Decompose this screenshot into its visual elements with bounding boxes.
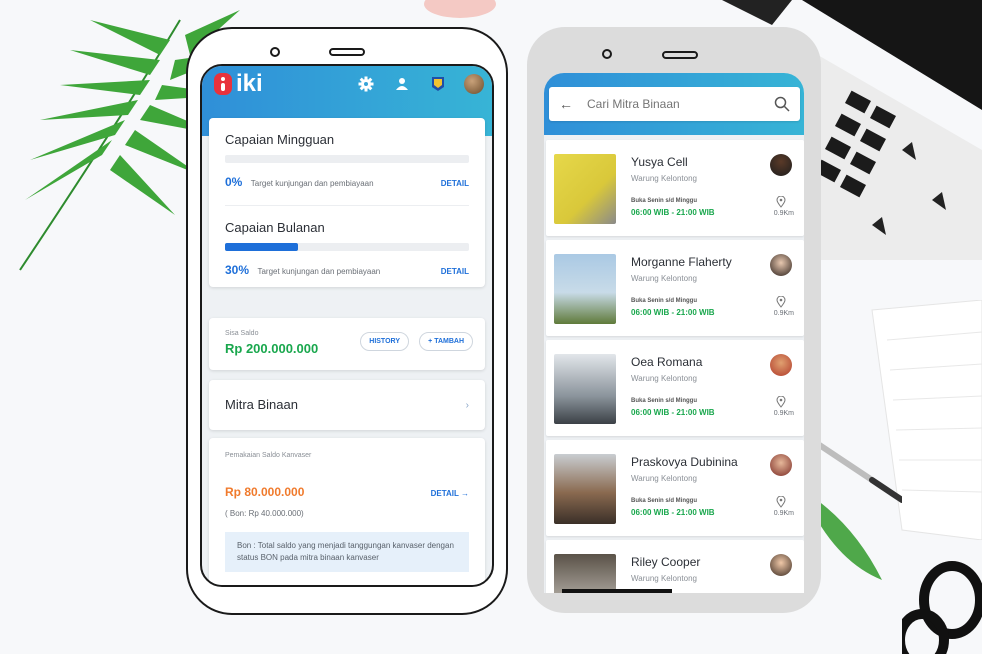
item-name: Oea Romana xyxy=(631,355,703,369)
search-header: ← xyxy=(544,73,804,135)
item-distance: 0.9Km xyxy=(773,210,794,217)
gear-icon[interactable] xyxy=(356,74,376,94)
back-arrow-icon[interactable]: ← xyxy=(559,96,573,112)
right-phone-screen: ← Yusya Cell Warung Kelontong Buka Senin… xyxy=(544,73,804,593)
capaian-bulanan-title: Capaian Bulanan xyxy=(225,220,325,235)
progress-fill xyxy=(225,243,299,251)
right-phone-frame: ← Yusya Cell Warung Kelontong Buka Senin… xyxy=(527,27,821,613)
cup-decoration xyxy=(424,0,496,18)
item-category: Warung Kelontong xyxy=(631,474,697,483)
pemakaian-label: Pemakaian Saldo Kanvaser xyxy=(225,452,312,459)
item-name: Morganne Flaherty xyxy=(631,255,732,269)
capaian-bulanan-summary: 30% Target kunjungan dan pembiayaan xyxy=(225,261,380,279)
location-pin-icon xyxy=(776,496,786,508)
app-logo[interactable]: iki xyxy=(214,70,263,97)
logo-text: iki xyxy=(236,70,263,97)
pemakaian-value: Rp 80.000.000 xyxy=(225,485,305,499)
history-button[interactable]: HISTORY xyxy=(360,332,409,351)
avatar xyxy=(770,354,792,376)
pemakaian-bon: ( Bon: Rp 40.000.000) xyxy=(225,509,304,518)
capaian-card: Capaian Mingguan 0% Target kunjungan dan… xyxy=(209,118,485,287)
left-phone-frame: iki Capaian Mingguan 0% Target kunjungan… xyxy=(186,27,508,615)
mitra-binaan-title: Mitra Binaan xyxy=(225,397,298,412)
mitra-list: Yusya Cell Warung Kelontong Buka Senin s… xyxy=(546,140,804,593)
mitra-binaan-card[interactable]: Mitra Binaan › xyxy=(209,380,485,430)
chevron-right-icon: › xyxy=(465,400,469,411)
list-item[interactable]: Praskovya Dubinina Warung Kelontong Buka… xyxy=(546,440,804,536)
list-item[interactable]: Oea Romana Warung Kelontong Buka Senin s… xyxy=(546,340,804,436)
item-hours: 06:00 WIB - 21:00 WIB xyxy=(631,308,715,317)
capaian-bulanan-detail-link[interactable]: DETAIL xyxy=(441,267,469,276)
item-distance: 0.9Km xyxy=(773,310,794,317)
capaian-mingguan-row: 0% Target kunjungan dan pembiayaan DETAI… xyxy=(225,173,469,191)
speaker xyxy=(329,48,365,56)
saldo-card: Sisa Saldo Rp 200.000.000 HISTORY + TAMB… xyxy=(209,318,485,370)
list-item[interactable]: Riley Cooper Warung Kelontong xyxy=(546,540,804,593)
left-phone-screen: iki Capaian Mingguan 0% Target kunjungan… xyxy=(200,64,494,587)
capaian-bulanan-progress xyxy=(225,243,469,251)
scissors-decoration xyxy=(902,561,982,654)
location-pin-icon xyxy=(776,296,786,308)
list-item[interactable]: Yusya Cell Warung Kelontong Buka Senin s… xyxy=(546,140,804,236)
capaian-bulanan-percent: 30% xyxy=(225,263,250,277)
avatar xyxy=(770,554,792,576)
item-open-days: Buka Senin s/d Minggu xyxy=(631,498,698,504)
item-name: Praskovya Dubinina xyxy=(631,455,738,469)
item-name: Riley Cooper xyxy=(631,555,701,569)
tambah-button[interactable]: + TAMBAH xyxy=(419,332,473,351)
avatar xyxy=(770,154,792,176)
avatar[interactable] xyxy=(464,74,484,94)
pemakaian-detail-label: DETAIL xyxy=(430,489,459,498)
scroll-indicator xyxy=(562,589,672,593)
pemakaian-row: Rp 80.000.000 DETAIL → xyxy=(225,485,469,499)
item-open-days: Buka Senin s/d Minggu xyxy=(631,298,698,304)
item-category: Warung Kelontong xyxy=(631,174,697,183)
list-item[interactable]: Morganne Flaherty Warung Kelontong Buka … xyxy=(546,240,804,336)
store-thumbnail xyxy=(554,254,616,324)
location-pin-icon xyxy=(776,196,786,208)
item-category: Warung Kelontong xyxy=(631,574,697,583)
item-category: Warung Kelontong xyxy=(631,274,697,283)
avatar xyxy=(770,254,792,276)
arrow-right-icon: → xyxy=(461,489,469,498)
store-thumbnail xyxy=(554,154,616,224)
search-icon[interactable] xyxy=(774,96,790,112)
divider xyxy=(225,205,469,206)
item-open-days: Buka Senin s/d Minggu xyxy=(631,198,698,204)
item-name: Yusya Cell xyxy=(631,155,688,169)
camera xyxy=(602,49,612,59)
capaian-mingguan-summary: 0% Target kunjungan dan pembiayaan xyxy=(225,173,374,191)
item-hours: 06:00 WIB - 21:00 WIB xyxy=(631,208,715,217)
logo-mark-icon xyxy=(214,73,232,95)
capaian-bulanan-row: 30% Target kunjungan dan pembiayaan DETA… xyxy=(225,261,469,279)
bon-note: Bon : Total saldo yang menjadi tanggunga… xyxy=(225,532,469,572)
location-pin-icon xyxy=(776,396,786,408)
store-thumbnail xyxy=(554,454,616,524)
user-icon[interactable] xyxy=(392,74,412,94)
store-thumbnail xyxy=(554,354,616,424)
header-icons xyxy=(356,74,484,94)
capaian-mingguan-detail-link[interactable]: DETAIL xyxy=(441,179,469,188)
pemakaian-card: Pemakaian Saldo Kanvaser Rp 80.000.000 D… xyxy=(209,438,485,585)
item-distance: 0.9Km xyxy=(773,510,794,517)
capaian-mingguan-title: Capaian Mingguan xyxy=(225,132,335,147)
item-category: Warung Kelontong xyxy=(631,374,697,383)
pemakaian-detail-link[interactable]: DETAIL → xyxy=(431,489,469,498)
avatar xyxy=(770,454,792,476)
capaian-mingguan-percent: 0% xyxy=(225,175,243,189)
search-input[interactable] xyxy=(587,97,774,111)
item-hours: 06:00 WIB - 21:00 WIB xyxy=(631,508,715,517)
search-bar: ← xyxy=(549,87,800,121)
item-hours: 06:00 WIB - 21:00 WIB xyxy=(631,408,715,417)
capaian-bulanan-description: Target kunjungan dan pembiayaan xyxy=(257,267,381,276)
camera xyxy=(270,47,280,57)
item-open-days: Buka Senin s/d Minggu xyxy=(631,398,698,404)
store-thumbnail xyxy=(554,554,616,593)
item-distance: 0.9Km xyxy=(773,410,794,417)
capaian-mingguan-progress xyxy=(225,155,469,163)
badge-icon[interactable] xyxy=(428,74,448,94)
speaker xyxy=(662,51,698,59)
capaian-mingguan-description: Target kunjungan dan pembiayaan xyxy=(250,179,374,188)
